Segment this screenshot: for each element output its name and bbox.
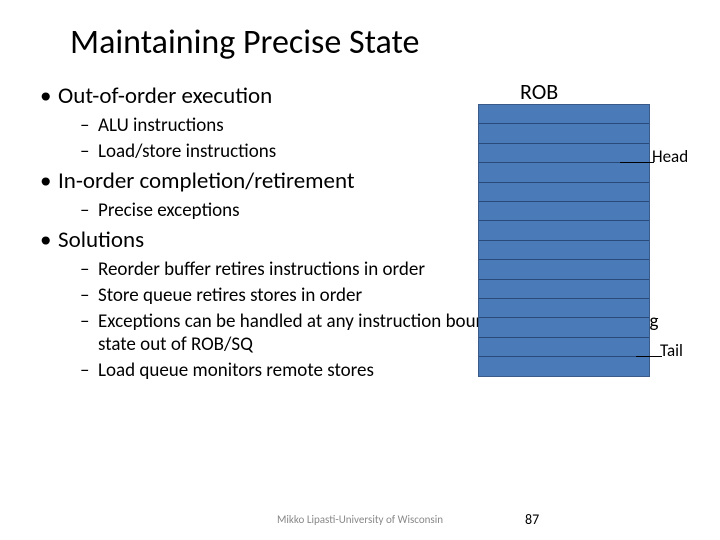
rob-row: [479, 144, 649, 163]
rob-row: [479, 241, 649, 260]
tail-pointer-line: [636, 356, 662, 357]
rob-row: [479, 280, 649, 299]
rob-row: [479, 105, 649, 124]
head-pointer-line: [620, 162, 654, 163]
rob-row: [479, 260, 649, 279]
rob-label: ROB: [520, 78, 558, 105]
rob-row: [479, 357, 649, 376]
rob-row: [479, 318, 649, 337]
rob-diagram: [478, 104, 650, 377]
rob-row: [479, 221, 649, 240]
rob-row: [479, 202, 649, 221]
rob-row: [479, 124, 649, 143]
footer-attribution: Mikko Lipasti-University of Wisconsin: [0, 513, 720, 526]
tail-label: Tail: [660, 340, 683, 361]
head-label: Head: [652, 146, 688, 167]
rob-row: [479, 183, 649, 202]
page-number: 87: [525, 511, 539, 528]
rob-row: [479, 299, 649, 318]
rob-row: [479, 338, 649, 357]
slide-title: Maintaining Precise State: [0, 0, 720, 73]
rob-row: [479, 163, 649, 182]
